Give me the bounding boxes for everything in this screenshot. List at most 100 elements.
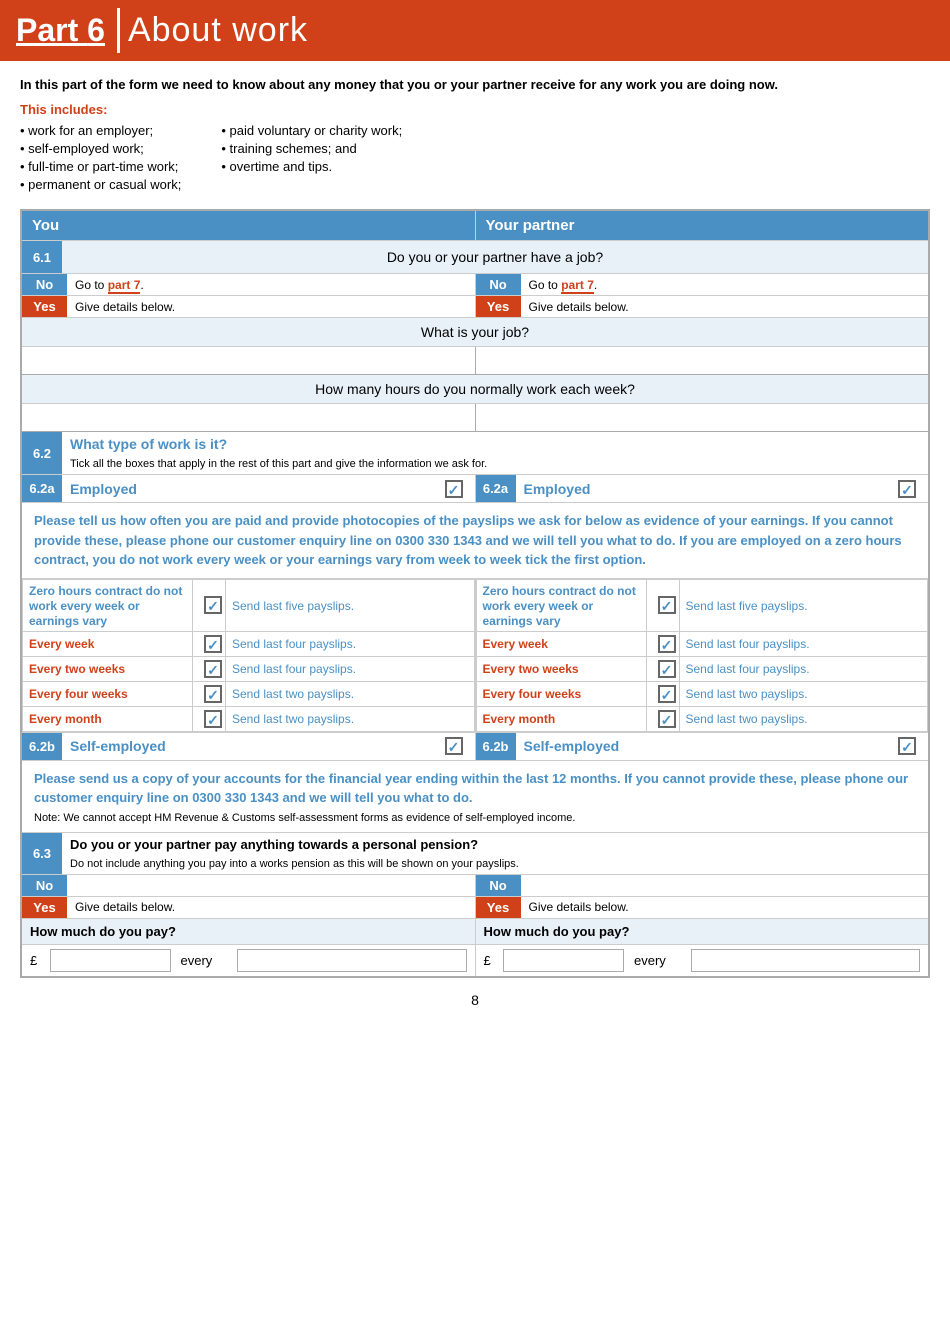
partner-hours-input[interactable] [478, 407, 927, 429]
partner-every-two-weeks-label: Every two weeks [483, 662, 579, 676]
section-62b-you-number: 6.2b [22, 733, 62, 760]
you-zero-hours-send: Send last five payslips. [232, 599, 354, 613]
you-every-week-send: Send last four payslips. [232, 637, 356, 651]
partner-pension-yes-instruction: Give details below. [521, 897, 929, 918]
what-job-row: What is your job? [21, 318, 929, 347]
right-list: paid voluntary or charity work; training… [221, 123, 402, 195]
you-every-four-weeks-label: Every four weeks [29, 687, 128, 701]
you-self-emp-label: Self-employed [70, 738, 166, 754]
page-title: About work [128, 11, 308, 50]
you-hours-input-cell[interactable] [21, 404, 475, 432]
partner-every-two-weeks-tick[interactable]: ✓ [658, 660, 676, 678]
page-header: Part 6 About work [0, 0, 950, 61]
list-item: work for an employer; [20, 123, 181, 138]
list-item: self-employed work; [20, 141, 181, 156]
you-zero-hours-label: Zero hours contract do not work every we… [29, 584, 182, 628]
you-every-four-weeks-tick[interactable]: ✓ [204, 685, 222, 703]
section-63-yes-row: Yes Give details below. Yes Give details… [21, 896, 929, 918]
partner-pension-no-label: No [476, 875, 521, 896]
how-much-row: How much do you pay? How much do you pay… [21, 918, 929, 944]
section-63-row: 6.3 Do you or your partner pay anything … [21, 832, 929, 874]
part-6-number: 6 [87, 12, 105, 48]
self-emp-info-row: Please send us a copy of your accounts f… [21, 760, 929, 832]
you-employed-label: Employed [70, 481, 137, 497]
hours-input-row [21, 404, 929, 432]
partner-self-emp-tick[interactable]: ✓ [898, 737, 916, 755]
partner-no-label: No [476, 274, 521, 295]
column-headers: You Your partner [21, 210, 929, 241]
partner-every-month-send: Send last two payslips. [686, 712, 808, 726]
partner-every-four-weeks-send: Send last two payslips. [686, 687, 808, 701]
you-job-input[interactable] [24, 350, 473, 372]
you-job-input-cell[interactable] [21, 347, 475, 375]
partner-every-month-label: Every month [483, 712, 556, 726]
partner-every-month-tick[interactable]: ✓ [658, 710, 676, 728]
section-63-title: Do you or your partner pay anything towa… [70, 837, 920, 852]
partner-every-label: every [624, 949, 692, 971]
includes-label: This includes: [20, 102, 930, 117]
partner-job-input[interactable] [478, 350, 927, 372]
you-pension-period-input[interactable] [238, 949, 466, 971]
partner-zero-hours-tick[interactable]: ✓ [658, 596, 676, 614]
you-every-month-tick[interactable]: ✓ [204, 710, 222, 728]
you-no-instruction: Go to part 7. [67, 274, 475, 295]
partner-employed-tick[interactable]: ✓ [898, 480, 916, 498]
partner-every-week-row: Every week ✓ Send last four payslips. [476, 631, 928, 656]
no-row: No Go to part 7. No Go to part 7. [21, 274, 929, 296]
you-every-month-row: Every month ✓ Send last two payslips. [23, 706, 475, 731]
you-pension-period-field[interactable] [238, 950, 465, 970]
partner-no-part-link[interactable]: part 7 [561, 278, 594, 294]
section-61-question: Do you or your partner have a job? [62, 241, 928, 273]
partner-job-input-cell[interactable] [475, 347, 929, 375]
self-emp-bold-text: Please send us a copy of your accounts f… [34, 769, 916, 808]
main-form-table: You Your partner 6.1 Do you or your part… [20, 209, 930, 978]
you-every-week-label: Every week [29, 637, 94, 651]
partner-pension-amount-input[interactable] [504, 949, 624, 971]
partner-yes-label: Yes [476, 296, 521, 317]
intro-text: In this part of the form we need to know… [20, 77, 930, 92]
what-job-label: What is your job? [21, 318, 929, 347]
section-62-number: 6.2 [22, 432, 62, 474]
includes-lists: work for an employer; self-employed work… [20, 123, 930, 195]
partner-pound-sign: £ [484, 949, 504, 971]
partner-pension-period-input[interactable] [691, 949, 919, 971]
section-61-row: 6.1 Do you or your partner have a job? [21, 241, 929, 274]
you-pension-no-label: No [22, 875, 67, 896]
you-every-two-weeks-tick[interactable]: ✓ [204, 660, 222, 678]
partner-every-four-weeks-tick[interactable]: ✓ [658, 685, 676, 703]
partner-every-two-weeks-row: Every two weeks ✓ Send last four payslip… [476, 656, 928, 681]
partner-pension-yes-label: Yes [476, 897, 521, 918]
section-63-number: 6.3 [22, 833, 62, 874]
partner-no-instruction: Go to part 7. [521, 274, 929, 295]
you-zero-hours-tick[interactable]: ✓ [204, 596, 222, 614]
list-item: paid voluntary or charity work; [221, 123, 402, 138]
you-self-emp-tick[interactable]: ✓ [445, 737, 463, 755]
part-label: Part [16, 12, 87, 48]
partner-pension-period-field[interactable] [692, 950, 919, 970]
you-pension-amount-field[interactable] [51, 950, 170, 970]
you-pension-amount-input[interactable] [50, 949, 170, 971]
section-61-number: 6.1 [22, 241, 62, 273]
you-pound-sign: £ [30, 949, 50, 971]
partner-every-month-row: Every month ✓ Send last two payslips. [476, 706, 928, 731]
you-pension-yes-label: Yes [22, 897, 67, 918]
section-62-subtitle: Tick all the boxes that apply in the res… [70, 458, 920, 470]
partner-pension-amount-field[interactable] [504, 950, 623, 970]
you-how-much-label: How much do you pay? [21, 918, 475, 944]
part-number: Part 6 [16, 8, 120, 53]
partner-every-week-tick[interactable]: ✓ [658, 635, 676, 653]
partner-hours-input-cell[interactable] [475, 404, 929, 432]
section-62b-row: 6.2b Self-employed ✓ 6.2b [21, 732, 929, 760]
hours-question-row: How many hours do you normally work each… [21, 375, 929, 404]
job-input-row [21, 347, 929, 375]
you-every-week-tick[interactable]: ✓ [204, 635, 222, 653]
list-item: full-time or part-time work; [20, 159, 181, 174]
page-number: 8 [20, 982, 930, 1018]
payment-options-row: Zero hours contract do not work every we… [21, 578, 929, 732]
you-hours-input[interactable] [24, 407, 473, 429]
you-employed-tick[interactable]: ✓ [445, 480, 463, 498]
you-yes-label: Yes [22, 296, 67, 317]
partner-employed-label: Employed [524, 481, 591, 497]
you-no-part-link[interactable]: part 7 [108, 278, 141, 294]
left-list: work for an employer; self-employed work… [20, 123, 181, 195]
